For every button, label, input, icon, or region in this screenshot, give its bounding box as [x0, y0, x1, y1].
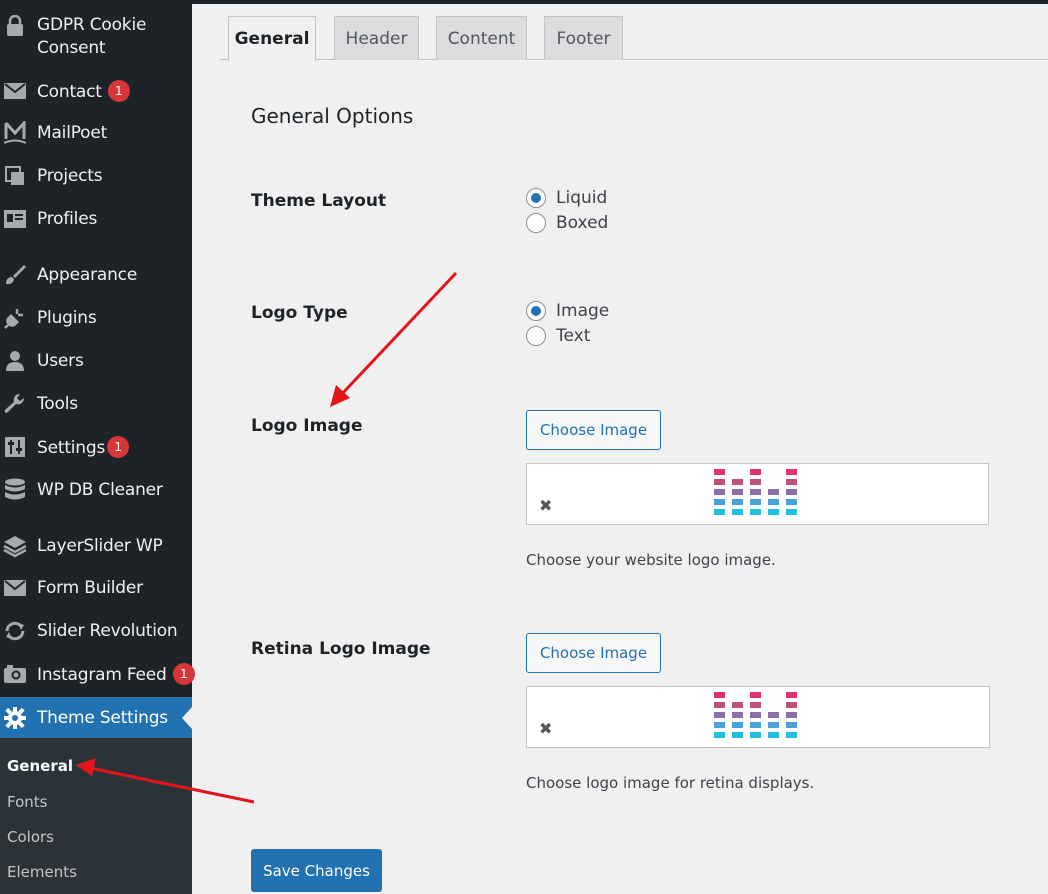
sidebar-item-settings[interactable]: Settings 1 — [0, 426, 192, 468]
sidebar-item-form-builder[interactable]: Form Builder — [0, 567, 192, 609]
page-title: General Options — [251, 104, 414, 128]
notification-badge: 1 — [107, 80, 130, 102]
submenu-item-elements[interactable]: Elements — [7, 863, 77, 881]
sidebar-item-theme-settings[interactable]: Theme Settings — [0, 697, 192, 739]
logo-type-label: Logo Type — [251, 303, 348, 323]
retina-logo-image-label: Retina Logo Image — [251, 639, 431, 659]
submenu-item-colors[interactable]: Colors — [7, 828, 54, 846]
radio-label: Boxed — [556, 213, 609, 233]
submenu-item-general[interactable]: General — [7, 757, 73, 775]
database-icon — [3, 478, 27, 502]
sidebar-item-label: LayerSlider WP — [37, 536, 163, 556]
plugin-icon — [3, 306, 27, 330]
envelope-icon — [3, 79, 27, 103]
sidebar-item-mailpoet[interactable]: MailPoet — [0, 112, 192, 154]
radio-button[interactable] — [526, 188, 546, 208]
radio-button[interactable] — [526, 213, 546, 233]
sidebar-item-label: Projects — [37, 166, 103, 186]
radio-option-liquid[interactable]: Liquid — [526, 188, 607, 208]
radio-button[interactable] — [526, 326, 546, 346]
sidebar-item-plugins[interactable]: Plugins — [0, 297, 192, 339]
tab-header[interactable]: Header — [334, 16, 419, 60]
tab-general[interactable]: General — [228, 16, 316, 61]
choose-logo-image-button[interactable]: Choose Image — [526, 410, 661, 450]
theme-settings-submenu: General Fonts Colors Elements — [0, 738, 192, 894]
sidebar-item-label: Contact — [37, 82, 102, 102]
admin-top-bar — [192, 0, 1048, 4]
sidebar-item-label: Form Builder — [37, 578, 143, 598]
notification-badge: 1 — [172, 663, 195, 685]
sidebar-item-label: Users — [37, 351, 84, 371]
logo-image-label: Logo Image — [251, 416, 363, 436]
sidebar-item-label: MailPoet — [37, 123, 108, 143]
retina-logo-image-description: Choose logo image for retina displays. — [526, 774, 815, 792]
sidebar-item-label: Theme Settings — [37, 708, 168, 728]
sidebar-item-wp-db-cleaner[interactable]: WP DB Cleaner — [0, 469, 192, 511]
sidebar-item-label: Appearance — [37, 265, 138, 285]
wrench-icon — [3, 392, 27, 416]
portfolio-icon — [3, 164, 27, 188]
radio-option-boxed[interactable]: Boxed — [526, 213, 608, 233]
sidebar-item-instagram-feed[interactable]: Instagram Feed 1 — [0, 653, 195, 695]
sidebar-item-contact[interactable]: Contact 1 — [0, 70, 192, 112]
equalizer-logo-image — [714, 469, 797, 515]
radio-option-image[interactable]: Image — [526, 301, 609, 321]
sidebar-item-users[interactable]: Users — [0, 340, 192, 382]
logo-image-preview: ✖ — [526, 463, 989, 525]
sidebar-item-label: Plugins — [37, 308, 97, 328]
remove-image-icon[interactable]: ✖ — [539, 496, 552, 515]
tab-content[interactable]: Content — [436, 16, 527, 60]
sidebar-item-tools[interactable]: Tools — [0, 383, 192, 425]
sidebar-item-label: Tools — [37, 394, 78, 414]
sidebar-item-label: GDPR Cookie Consent — [37, 15, 147, 58]
sidebar-item-slider-revolution[interactable]: Slider Revolution — [0, 610, 192, 652]
sidebar-item-label: Profiles — [37, 209, 98, 229]
retina-logo-image-preview: ✖ — [526, 686, 990, 748]
equalizer-logo-image — [714, 692, 797, 738]
lock-icon — [3, 14, 27, 38]
sidebar-item-label: WP DB Cleaner — [37, 480, 163, 500]
choose-retina-logo-image-button[interactable]: Choose Image — [526, 633, 661, 673]
refresh-icon — [3, 619, 27, 643]
radio-label: Liquid — [556, 188, 608, 208]
logo-image-description: Choose your website logo image. — [526, 551, 776, 569]
radio-label: Image — [556, 301, 610, 321]
mailpoet-icon — [3, 121, 27, 145]
sidebar-item-projects[interactable]: Projects — [0, 155, 192, 197]
settings-sliders-icon — [3, 435, 27, 459]
radio-button[interactable] — [526, 301, 546, 321]
sidebar-item-label: Slider Revolution — [37, 621, 178, 641]
envelope-icon — [3, 576, 27, 600]
submenu-item-fonts[interactable]: Fonts — [7, 793, 47, 811]
tab-footer[interactable]: Footer — [544, 16, 623, 60]
radio-option-text[interactable]: Text — [526, 326, 590, 346]
camera-icon — [3, 662, 27, 686]
paintbrush-icon — [3, 263, 27, 287]
sidebar-item-appearance[interactable]: Appearance — [0, 254, 192, 296]
sidebar-item-label: Settings — [37, 438, 106, 458]
theme-layout-label: Theme Layout — [251, 191, 387, 211]
sidebar-item-gdpr-cookie-consent[interactable]: GDPR Cookie Consent — [0, 12, 192, 60]
gear-icon — [3, 706, 27, 730]
sidebar-item-layerslider-wp[interactable]: LayerSlider WP — [0, 525, 192, 567]
radio-label: Text — [556, 326, 591, 346]
layers-icon — [3, 534, 27, 558]
sidebar-item-label: Instagram Feed — [37, 665, 167, 685]
remove-image-icon[interactable]: ✖ — [539, 719, 552, 738]
save-changes-button[interactable]: Save Changes — [251, 849, 382, 892]
annotation-arrow-logo-image — [330, 271, 458, 407]
admin-sidebar: GDPR Cookie Consent Contact 1 MailPoet Pr… — [0, 0, 195, 894]
id-card-icon — [3, 207, 27, 231]
user-icon — [3, 349, 27, 373]
active-indicator — [182, 707, 192, 729]
notification-badge: 1 — [107, 436, 130, 458]
sidebar-item-profiles[interactable]: Profiles — [0, 198, 192, 240]
